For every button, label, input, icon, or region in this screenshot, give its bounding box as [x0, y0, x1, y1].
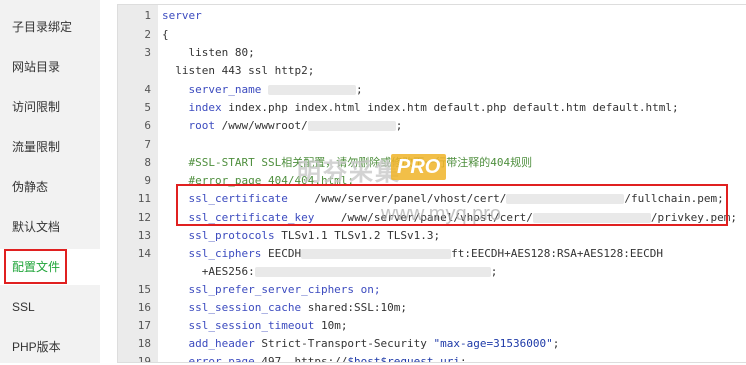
code-line: +AES256:;: [118, 263, 746, 281]
code-text: /fullchain.pem;: [624, 192, 724, 205]
code-text: 10m;: [314, 319, 348, 332]
directive: ssl_certificate_key: [162, 211, 315, 224]
code-text: Strict-Transport-Security: [254, 337, 434, 350]
comment-text: #SSL-START SSL相关配置，请勿删除或修改下一行带注释的404规则: [162, 156, 533, 169]
code-line: 13 ssl_protocols TLSv1.1 TLSv1.2 TLSv1.3…: [118, 227, 746, 245]
code-line: 6 root /www/wwwroot/;: [118, 117, 746, 135]
line-number: 4: [144, 83, 151, 96]
code-text: 497 https://: [254, 355, 348, 363]
line-number: 9: [144, 174, 151, 187]
code-line: 17 ssl_session_timeout 10m;: [118, 317, 746, 335]
code-text: /www/wwwroot/: [214, 119, 308, 132]
line-text: {: [162, 28, 169, 41]
code-line: 12 ssl_certificate_key /www/server/panel…: [118, 209, 746, 227]
code-text: TLSv1.1 TLSv1.2 TLSv1.3;: [274, 229, 441, 242]
directive: ssl_session_cache: [162, 301, 302, 314]
sidebar-item-traffic-limit[interactable]: 流量限制: [0, 129, 100, 165]
code-text: index.php index.html index.htm default.p…: [221, 101, 679, 114]
code-text: /www/server/panel/vhost/cert/: [314, 211, 533, 224]
directive: ssl_ciphers: [162, 247, 262, 260]
code-line: 9 #error_page 404/404.html;: [118, 172, 746, 190]
sidebar-item-ssl[interactable]: SSL: [0, 289, 100, 325]
code-line: 8 #SSL-START SSL相关配置，请勿删除或修改下一行带注释的404规则: [118, 154, 746, 172]
redacted-text: [532, 213, 651, 223]
line-number: 14: [137, 247, 151, 260]
code-line: 19 error_page 497 https://$host$request_…: [118, 353, 746, 363]
code-line: 2 {: [118, 26, 746, 44]
redacted-text: [254, 267, 491, 277]
sidebar-item-access-restriction[interactable]: 访问限制: [0, 89, 100, 125]
redacted-text: [301, 249, 452, 259]
line-text: listen 443 ssl http2;: [162, 64, 315, 77]
code-text: ;: [490, 265, 498, 278]
sidebar-item-rewrite[interactable]: 伪静态: [0, 169, 100, 205]
string-literal: "max-age=31536000": [433, 337, 553, 350]
code-text: shared:SSL:10m;: [301, 301, 408, 314]
code-text: ;: [355, 83, 363, 96]
code-text: EECDH: [261, 247, 302, 260]
line-number: 11: [137, 192, 151, 205]
directive: root: [162, 119, 215, 132]
sidebar-item-config-file[interactable]: 配置文件: [0, 249, 100, 285]
line-text: listen 80;: [162, 46, 255, 59]
line-number: 5: [144, 101, 151, 114]
code-text: +AES256:: [162, 265, 255, 278]
sidebar-item-subdirectory-binding[interactable]: 子目录绑定: [0, 9, 100, 45]
directive: error_page: [162, 355, 255, 363]
directive: ssl_certificate: [162, 192, 288, 205]
sidebar-item-php-version[interactable]: PHP版本: [0, 329, 100, 365]
line-number: 8: [144, 156, 151, 169]
redacted-text: [307, 121, 396, 131]
line-number: 3: [144, 46, 151, 59]
sidebar-item-default-document[interactable]: 默认文档: [0, 209, 100, 245]
code-line: 15 ssl_prefer_server_ciphers on;: [118, 281, 746, 299]
code-line: 7: [118, 136, 746, 154]
line-text: server: [162, 9, 202, 22]
line-number: 2: [144, 28, 151, 41]
code-text: ft:EECDH+AES128:RSA+AES128:EECDH: [451, 247, 664, 260]
line-number: 6: [144, 119, 151, 132]
code-line: 14 ssl_ciphers EECDH ft:EECDH+AES128:RSA+…: [118, 245, 746, 263]
code-line: 4 server_name ;: [118, 81, 746, 99]
directive: server_name: [162, 83, 262, 96]
redacted-text: [506, 194, 625, 204]
comment-text: #error_page 404/404.html;: [162, 174, 355, 187]
code-text: /privkey.pem;: [650, 211, 737, 224]
code-line: 1 server: [118, 7, 746, 25]
code-text: ;: [460, 355, 467, 363]
directive: ssl_protocols: [162, 229, 275, 242]
directive: add_header: [162, 337, 255, 350]
code-line: 11 ssl_certificate /www/server/panel/vho…: [118, 190, 746, 208]
code-text: /www/server/panel/vhost/cert/: [287, 192, 507, 205]
line-number: 15: [137, 283, 151, 296]
line-number: 13: [137, 229, 151, 242]
line-number: 18: [137, 337, 151, 350]
line-number: 19: [137, 355, 151, 363]
code-line: listen 443 ssl http2;: [118, 62, 746, 80]
code-text: on;: [354, 283, 381, 296]
line-number: 1: [144, 9, 151, 22]
code-line: 18 add_header Strict-Transport-Security …: [118, 335, 746, 353]
directive: ssl_session_timeout: [162, 319, 315, 332]
variable-text: $host$request_uri: [347, 355, 461, 363]
code-text: ;: [552, 337, 560, 350]
line-number: 12: [137, 211, 151, 224]
code-line: 16 ssl_session_cache shared:SSL:10m;: [118, 299, 746, 317]
directive: ssl_prefer_server_ciphers: [162, 283, 355, 296]
sidebar: 子目录绑定 网站目录 访问限制 流量限制 伪静态 默认文档 配置文件 SSL P…: [0, 0, 100, 363]
code-text: ;: [395, 119, 403, 132]
directive: index: [162, 101, 222, 114]
code-line: 3 listen 80;: [118, 44, 746, 62]
line-number: 7: [144, 138, 151, 151]
line-number: 16: [137, 301, 151, 314]
code-line: 5 index index.php index.html index.htm d…: [118, 99, 746, 117]
line-number: 17: [137, 319, 151, 332]
redacted-text: [267, 85, 356, 95]
sidebar-item-site-directory[interactable]: 网站目录: [0, 49, 100, 85]
config-editor[interactable]: 1 server 2 { 3 listen 80; listen 443 ssl…: [117, 4, 746, 363]
